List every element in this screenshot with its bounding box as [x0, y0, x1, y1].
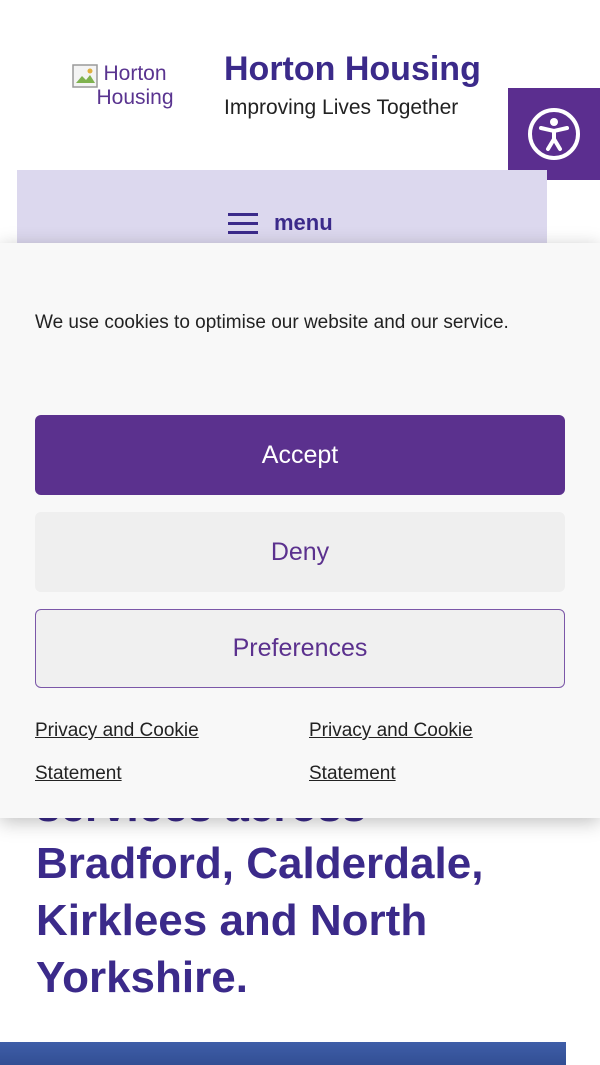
logo-image[interactable]: Horton Housing	[70, 62, 200, 122]
privacy-cookie-link[interactable]: Privacy and Cookie Statement	[35, 709, 255, 795]
cookie-message: We use cookies to optimise our website a…	[35, 312, 509, 333]
accept-button[interactable]: Accept	[35, 415, 565, 495]
site-tagline: Improving Lives Together	[224, 96, 459, 119]
logo-alt-text: Horton Housing	[96, 62, 174, 109]
cookie-banner: We use cookies to optimise our website a…	[0, 243, 600, 818]
accessibility-person-icon	[528, 108, 580, 160]
page: Horton Housing Horton Housing Improving …	[0, 0, 600, 1065]
accessibility-button[interactable]	[508, 88, 600, 180]
hero-image	[0, 1042, 566, 1065]
deny-button[interactable]: Deny	[35, 512, 565, 592]
site-title[interactable]: Horton Housing	[224, 50, 481, 89]
menu-button[interactable]: menu	[228, 210, 333, 236]
privacy-cookie-link-secondary[interactable]: Privacy and Cookie Statement	[309, 709, 529, 795]
preferences-button[interactable]: Preferences	[35, 609, 565, 688]
broken-image-icon	[72, 64, 98, 88]
menu-label: menu	[274, 210, 333, 235]
hamburger-icon	[228, 213, 258, 234]
